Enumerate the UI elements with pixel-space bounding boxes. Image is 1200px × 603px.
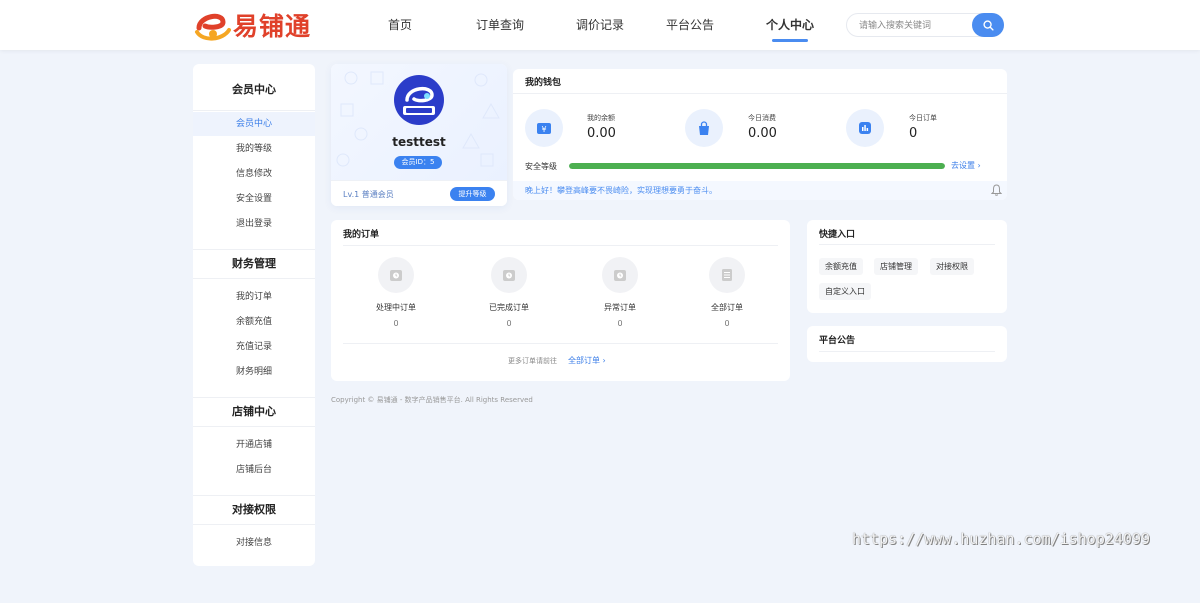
- search-icon: [982, 19, 994, 31]
- balance-label: 我的余额: [587, 114, 615, 122]
- nav-price-records[interactable]: 调价记录: [570, 0, 630, 50]
- sidebar-item-recharge[interactable]: 余额充值: [193, 310, 315, 334]
- order-all-count: 0: [724, 319, 730, 328]
- greeting-strip: 晚上好！攀登高峰要不畏崎险，实现理想要勇于奋斗。: [513, 181, 1007, 200]
- order-exception-label: 异常订单: [604, 303, 636, 312]
- clock-icon: [602, 257, 638, 293]
- watermark: https://www.huzhan.com/ishop24099: [852, 530, 1151, 548]
- balance-value: 0.00: [587, 126, 616, 141]
- order-processing[interactable]: 处理中订单 0: [356, 257, 436, 328]
- divider: [819, 244, 995, 245]
- wallet-icon: ¥: [525, 109, 563, 147]
- sidebar-item-finance-details[interactable]: 财务明细: [193, 360, 315, 384]
- order-processing-count: 0: [393, 319, 399, 328]
- order-completed-count: 0: [506, 319, 512, 328]
- order-completed-label: 已完成订单: [489, 303, 529, 312]
- divider: [193, 278, 315, 279]
- sidebar-group-api: 对接权限: [232, 503, 276, 516]
- go-settings-link[interactable]: 去设置 ›: [951, 160, 981, 171]
- sidebar-item-my-level[interactable]: 我的等级: [193, 137, 315, 161]
- order-all-label: 全部订单: [711, 303, 743, 312]
- main-nav: 首页 订单查询 调价记录 平台公告 个人中心: [370, 0, 830, 50]
- sidebar-item-recharge-records[interactable]: 充值记录: [193, 335, 315, 359]
- today-orders-label: 今日订单: [909, 114, 937, 122]
- sidebar-item-security[interactable]: 安全设置: [193, 187, 315, 211]
- order-completed[interactable]: 已完成订单 0: [469, 257, 549, 328]
- avatar[interactable]: [394, 75, 444, 125]
- sidebar-item-edit-info[interactable]: 信息修改: [193, 162, 315, 186]
- sidebar-item-shop-admin[interactable]: 店铺后台: [193, 458, 315, 482]
- greeting-text: 晚上好！攀登高峰要不畏崎险，实现理想要勇于奋斗。: [525, 186, 717, 195]
- avatar-logo-icon: [403, 87, 435, 115]
- security-level-label: 安全等级: [525, 162, 557, 171]
- shortcuts-title: 快捷入口: [819, 230, 856, 240]
- sidebar-item-member-center[interactable]: 会员中心: [193, 112, 315, 136]
- order-exception-count: 0: [617, 319, 623, 328]
- wallet-card: 我的钱包 ¥ 我的余额 0.00 今日消费 0.00 今日订单 0 安全等级 去…: [513, 69, 1007, 200]
- svg-text:¥: ¥: [541, 125, 546, 134]
- today-spend-value: 0.00: [748, 126, 777, 141]
- shortcut-shop-manage[interactable]: 店铺管理: [874, 258, 918, 275]
- search-box: [846, 13, 1004, 37]
- search-input[interactable]: [859, 18, 969, 33]
- today-spend-label: 今日消费: [748, 114, 776, 122]
- order-exception[interactable]: 异常订单 0: [580, 257, 660, 328]
- order-all[interactable]: 全部订单 0: [687, 257, 767, 328]
- list-icon: [709, 257, 745, 293]
- sidebar-item-api-info[interactable]: 对接信息: [193, 531, 315, 555]
- orders-card: 我的订单 处理中订单 0 已完成订单 0 异常订单 0 全部订单 0 更多订单请…: [331, 220, 790, 381]
- logo-icon: [195, 13, 231, 41]
- clock-icon: [378, 257, 414, 293]
- copyright: Copyright © 易铺通 - 数字产品销售平台. All Rights R…: [331, 396, 533, 404]
- nav-home[interactable]: 首页: [370, 0, 430, 50]
- shortcuts-card: 快捷入口 余额充值 店铺管理 对接权限 自定义入口: [807, 220, 1007, 313]
- nav-personal-center[interactable]: 个人中心: [750, 0, 830, 50]
- sidebar-group-finance: 财务管理: [232, 257, 276, 270]
- chart-icon: [846, 109, 884, 147]
- nav-order-query[interactable]: 订单查询: [450, 0, 550, 50]
- shortcut-api-permission[interactable]: 对接权限: [930, 258, 974, 275]
- orders-title: 我的订单: [343, 230, 380, 240]
- member-level: Lv.1 普通会员: [343, 190, 394, 199]
- divider: [343, 343, 778, 344]
- profile-footer: Lv.1 普通会员 提升等级: [331, 180, 507, 206]
- divider: [819, 351, 995, 352]
- sidebar-item-logout[interactable]: 退出登录: [193, 212, 315, 236]
- today-orders-value: 0: [909, 126, 918, 141]
- nav-announcements[interactable]: 平台公告: [650, 0, 730, 50]
- shopping-bag-icon: [685, 109, 723, 147]
- logo[interactable]: 易铺通: [193, 7, 311, 43]
- sidebar-group-shop: 店铺中心: [232, 405, 276, 418]
- member-id-badge: 会员ID：5: [394, 156, 442, 169]
- shortcut-custom[interactable]: 自定义入口: [819, 283, 871, 300]
- sidebar: 会员中心 会员中心 我的等级 信息修改 安全设置 退出登录 财务管理 我的订单 …: [193, 64, 315, 566]
- all-orders-link[interactable]: 全部订单 ›: [568, 355, 606, 366]
- sidebar-item-my-orders[interactable]: 我的订单: [193, 285, 315, 309]
- divider: [343, 245, 778, 246]
- upgrade-level-button[interactable]: 提升等级: [450, 187, 495, 201]
- announcement-title: 平台公告: [819, 336, 856, 346]
- profile-card: testtest 会员ID：5 Lv.1 普通会员 提升等级: [331, 64, 507, 206]
- top-header: 易铺通 首页 订单查询 调价记录 平台公告 个人中心: [0, 0, 1200, 50]
- shortcut-recharge[interactable]: 余额充值: [819, 258, 863, 275]
- divider: [513, 93, 1007, 94]
- divider: [193, 524, 315, 525]
- bell-icon[interactable]: [991, 184, 1002, 196]
- clock-icon: [491, 257, 527, 293]
- security-level-fill: [569, 163, 945, 169]
- search-button[interactable]: [972, 13, 1004, 37]
- order-processing-label: 处理中订单: [376, 303, 416, 312]
- more-orders-hint: 更多订单请前往: [508, 357, 557, 365]
- divider: [193, 426, 315, 427]
- logo-text: 易铺通: [233, 12, 312, 41]
- wallet-title: 我的钱包: [525, 78, 562, 88]
- announcement-card: 平台公告: [807, 326, 1007, 362]
- sidebar-item-open-shop[interactable]: 开通店铺: [193, 433, 315, 457]
- sidebar-group-member: 会员中心: [232, 83, 276, 96]
- username: testtest: [392, 135, 446, 149]
- security-level-bar: [569, 163, 945, 169]
- divider: [193, 110, 315, 111]
